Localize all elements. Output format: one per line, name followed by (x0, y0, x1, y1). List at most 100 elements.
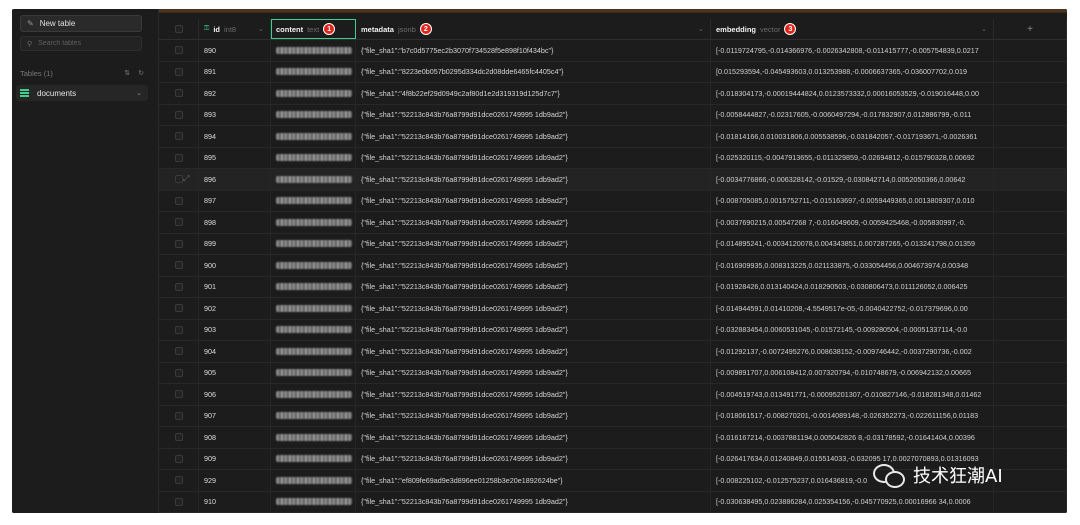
cell-content[interactable] (271, 233, 356, 254)
table-row[interactable]: 904 {"file_sha1":"52213c843b76a8799d91dce… (159, 341, 1067, 363)
row-select-cell[interactable]: ⤢ (159, 169, 199, 190)
row-select-cell[interactable] (159, 276, 199, 297)
cell-embedding[interactable]: [-0.004519743,0.013491771,-0.00095201307… (711, 384, 994, 405)
row-checkbox[interactable] (174, 67, 183, 76)
row-select-cell[interactable] (159, 384, 199, 405)
cell-content[interactable] (271, 448, 356, 469)
row-select-cell[interactable] (159, 298, 199, 319)
cell-metadata[interactable]: {"file_sha1":"52213c843b76a8799d91dce026… (356, 405, 711, 426)
cell-id[interactable]: 901 (199, 276, 271, 297)
cell-id[interactable]: 909 (199, 448, 271, 469)
table-row[interactable]: 900 {"file_sha1":"52213c843b76a8799d91dce… (159, 255, 1067, 277)
cell-embedding[interactable]: [-0.025320115,-0.0047913655,-0.011329859… (711, 147, 994, 168)
cell-embedding[interactable]: [-0.030638495,0.023886284,0.025354156,-0… (711, 491, 994, 512)
table-row[interactable]: 895 {"file_sha1":"52213c843b76a8799d91dce… (159, 147, 1067, 169)
cell-content[interactable] (271, 147, 356, 168)
search-tables-field[interactable]: ⚲ (20, 36, 142, 51)
cell-id[interactable]: 892 (199, 83, 271, 104)
cell-metadata[interactable]: {"file_sha1":"52213c843b76a8799d91dce026… (356, 298, 711, 319)
row-checkbox[interactable] (174, 347, 183, 356)
row-checkbox[interactable] (174, 218, 183, 227)
row-select-cell[interactable] (159, 362, 199, 383)
cell-id[interactable]: 897 (199, 190, 271, 211)
table-row[interactable]: 902 {"file_sha1":"52213c843b76a8799d91dce… (159, 298, 1067, 320)
cell-metadata[interactable]: {"file_sha1":"52213c843b76a8799d91dce026… (356, 255, 711, 276)
cell-embedding[interactable]: [-0.018061517,-0.008270201,-0.0014089148… (711, 405, 994, 426)
row-checkbox[interactable] (174, 304, 183, 313)
cell-embedding[interactable]: [-0.016167214,-0.0037881194,0.005042826 … (711, 427, 994, 448)
row-checkbox[interactable] (174, 433, 183, 442)
cell-content[interactable] (271, 255, 356, 276)
cell-content[interactable] (271, 341, 356, 362)
cell-metadata[interactable]: {"file_sha1":"52213c843b76a8799d91dce026… (356, 169, 711, 190)
table-row[interactable]: 899 {"file_sha1":"52213c843b76a8799d91dce… (159, 233, 1067, 255)
row-select-cell[interactable] (159, 427, 199, 448)
cell-content[interactable] (271, 126, 356, 147)
cell-id[interactable]: 908 (199, 427, 271, 448)
cell-id[interactable]: 902 (199, 298, 271, 319)
row-select-cell[interactable] (159, 83, 199, 104)
cell-metadata[interactable]: {"file_sha1":"52213c843b76a8799d91dce026… (356, 362, 711, 383)
cell-embedding[interactable]: [-0.0037690215,0.00547268 7,-0.016049609… (711, 212, 994, 233)
select-all-checkbox[interactable] (174, 25, 183, 33)
table-row[interactable]: 893 {"file_sha1":"52213c843b76a8799d91dce… (159, 104, 1067, 126)
cell-content[interactable] (271, 104, 356, 125)
cell-content[interactable] (271, 491, 356, 512)
cell-id[interactable]: 891 (199, 61, 271, 82)
row-checkbox[interactable] (174, 110, 183, 119)
row-checkbox[interactable] (174, 196, 183, 205)
cell-embedding[interactable]: [-0.014895241,-0.0034120078,0.004343851,… (711, 233, 994, 254)
chevron-down-icon[interactable]: ⌄ (136, 89, 142, 97)
cell-metadata[interactable]: {"file_sha1":"8223e0b057b0295d334dc2d08d… (356, 61, 711, 82)
add-column-button[interactable]: + (994, 19, 1067, 39)
cell-embedding[interactable]: [-0.018304173,-0.00019444824,0.012357333… (711, 83, 994, 104)
cell-metadata[interactable]: {"file_sha1":"52213c843b76a8799d91dce026… (356, 384, 711, 405)
row-checkbox[interactable] (174, 239, 183, 248)
expand-row-icon[interactable]: ⤢ (183, 174, 189, 184)
row-select-cell[interactable] (159, 405, 199, 426)
cell-metadata[interactable]: {"file_sha1":"52213c843b76a8799d91dce026… (356, 126, 711, 147)
column-header-content[interactable]: content text 1 (271, 19, 356, 39)
chevron-down-icon[interactable]: ⌄ (258, 25, 264, 33)
row-checkbox[interactable] (174, 46, 183, 55)
cell-id[interactable]: 895 (199, 147, 271, 168)
cell-metadata[interactable]: {"file_sha1":"4f8b22ef29d0949c2af80d1e2d… (356, 83, 711, 104)
column-header-embedding[interactable]: embedding vector 3 ⌄ (711, 19, 994, 39)
row-select-cell[interactable] (159, 319, 199, 340)
cell-metadata[interactable]: {"file_sha1":"52213c843b76a8799d91dce026… (356, 319, 711, 340)
cell-id[interactable]: 929 (199, 470, 271, 491)
cell-id[interactable]: 893 (199, 104, 271, 125)
table-row[interactable]: 901 {"file_sha1":"52213c843b76a8799d91dce… (159, 276, 1067, 298)
cell-embedding[interactable]: [-0.016909935,0.008313225,0.021133875,-0… (711, 255, 994, 276)
cell-content[interactable] (271, 362, 356, 383)
cell-metadata[interactable]: {"file_sha1":"52213c843b76a8799d91dce026… (356, 190, 711, 211)
cell-metadata[interactable]: {"file_sha1":"52213c843b76a8799d91dce026… (356, 233, 711, 254)
cell-content[interactable] (271, 83, 356, 104)
cell-content[interactable] (271, 427, 356, 448)
search-tables-input[interactable] (38, 40, 134, 47)
table-row[interactable]: 905 {"file_sha1":"52213c843b76a8799d91dce… (159, 362, 1067, 384)
cell-metadata[interactable]: {"file_sha1":"52213c843b76a8799d91dce026… (356, 427, 711, 448)
cell-embedding[interactable]: [-0.01814166,0.010031806,0.005538596,-0.… (711, 126, 994, 147)
cell-embedding[interactable]: [-0.0058444827,-0.02317605,-0.0060497294… (711, 104, 994, 125)
cell-id[interactable]: 906 (199, 384, 271, 405)
row-select-cell[interactable] (159, 126, 199, 147)
table-row[interactable]: 897 {"file_sha1":"52213c843b76a8799d91dce… (159, 190, 1067, 212)
column-header-metadata[interactable]: metadata jsonb 2 ⌄ (356, 19, 711, 39)
cell-embedding[interactable]: [-0.01292137,-0.0072495276,0.008638152,-… (711, 341, 994, 362)
row-checkbox[interactable] (174, 497, 183, 506)
cell-embedding[interactable]: [-0.009891707,0.006108412,0.007320794,-0… (711, 362, 994, 383)
row-select-cell[interactable] (159, 491, 199, 512)
row-select-cell[interactable] (159, 255, 199, 276)
cell-embedding[interactable]: [-0.0119724795,-0.014366976,-0.002634280… (711, 40, 994, 61)
new-table-button[interactable]: ✎ New table (20, 15, 142, 32)
cell-metadata[interactable]: {"file_sha1":"52213c843b76a8799d91dce026… (356, 341, 711, 362)
row-checkbox[interactable] (174, 476, 183, 485)
cell-content[interactable] (271, 169, 356, 190)
table-row[interactable]: 906 {"file_sha1":"52213c843b76a8799d91dce… (159, 384, 1067, 406)
row-checkbox[interactable] (174, 89, 183, 98)
row-select-cell[interactable] (159, 61, 199, 82)
cell-id[interactable]: 907 (199, 405, 271, 426)
cell-metadata[interactable]: {"file_sha1":"b7c0d5775ec2b3070f734528f5… (356, 40, 711, 61)
table-row[interactable]: 890 {"file_sha1":"b7c0d5775ec2b3070f73452… (159, 40, 1067, 62)
